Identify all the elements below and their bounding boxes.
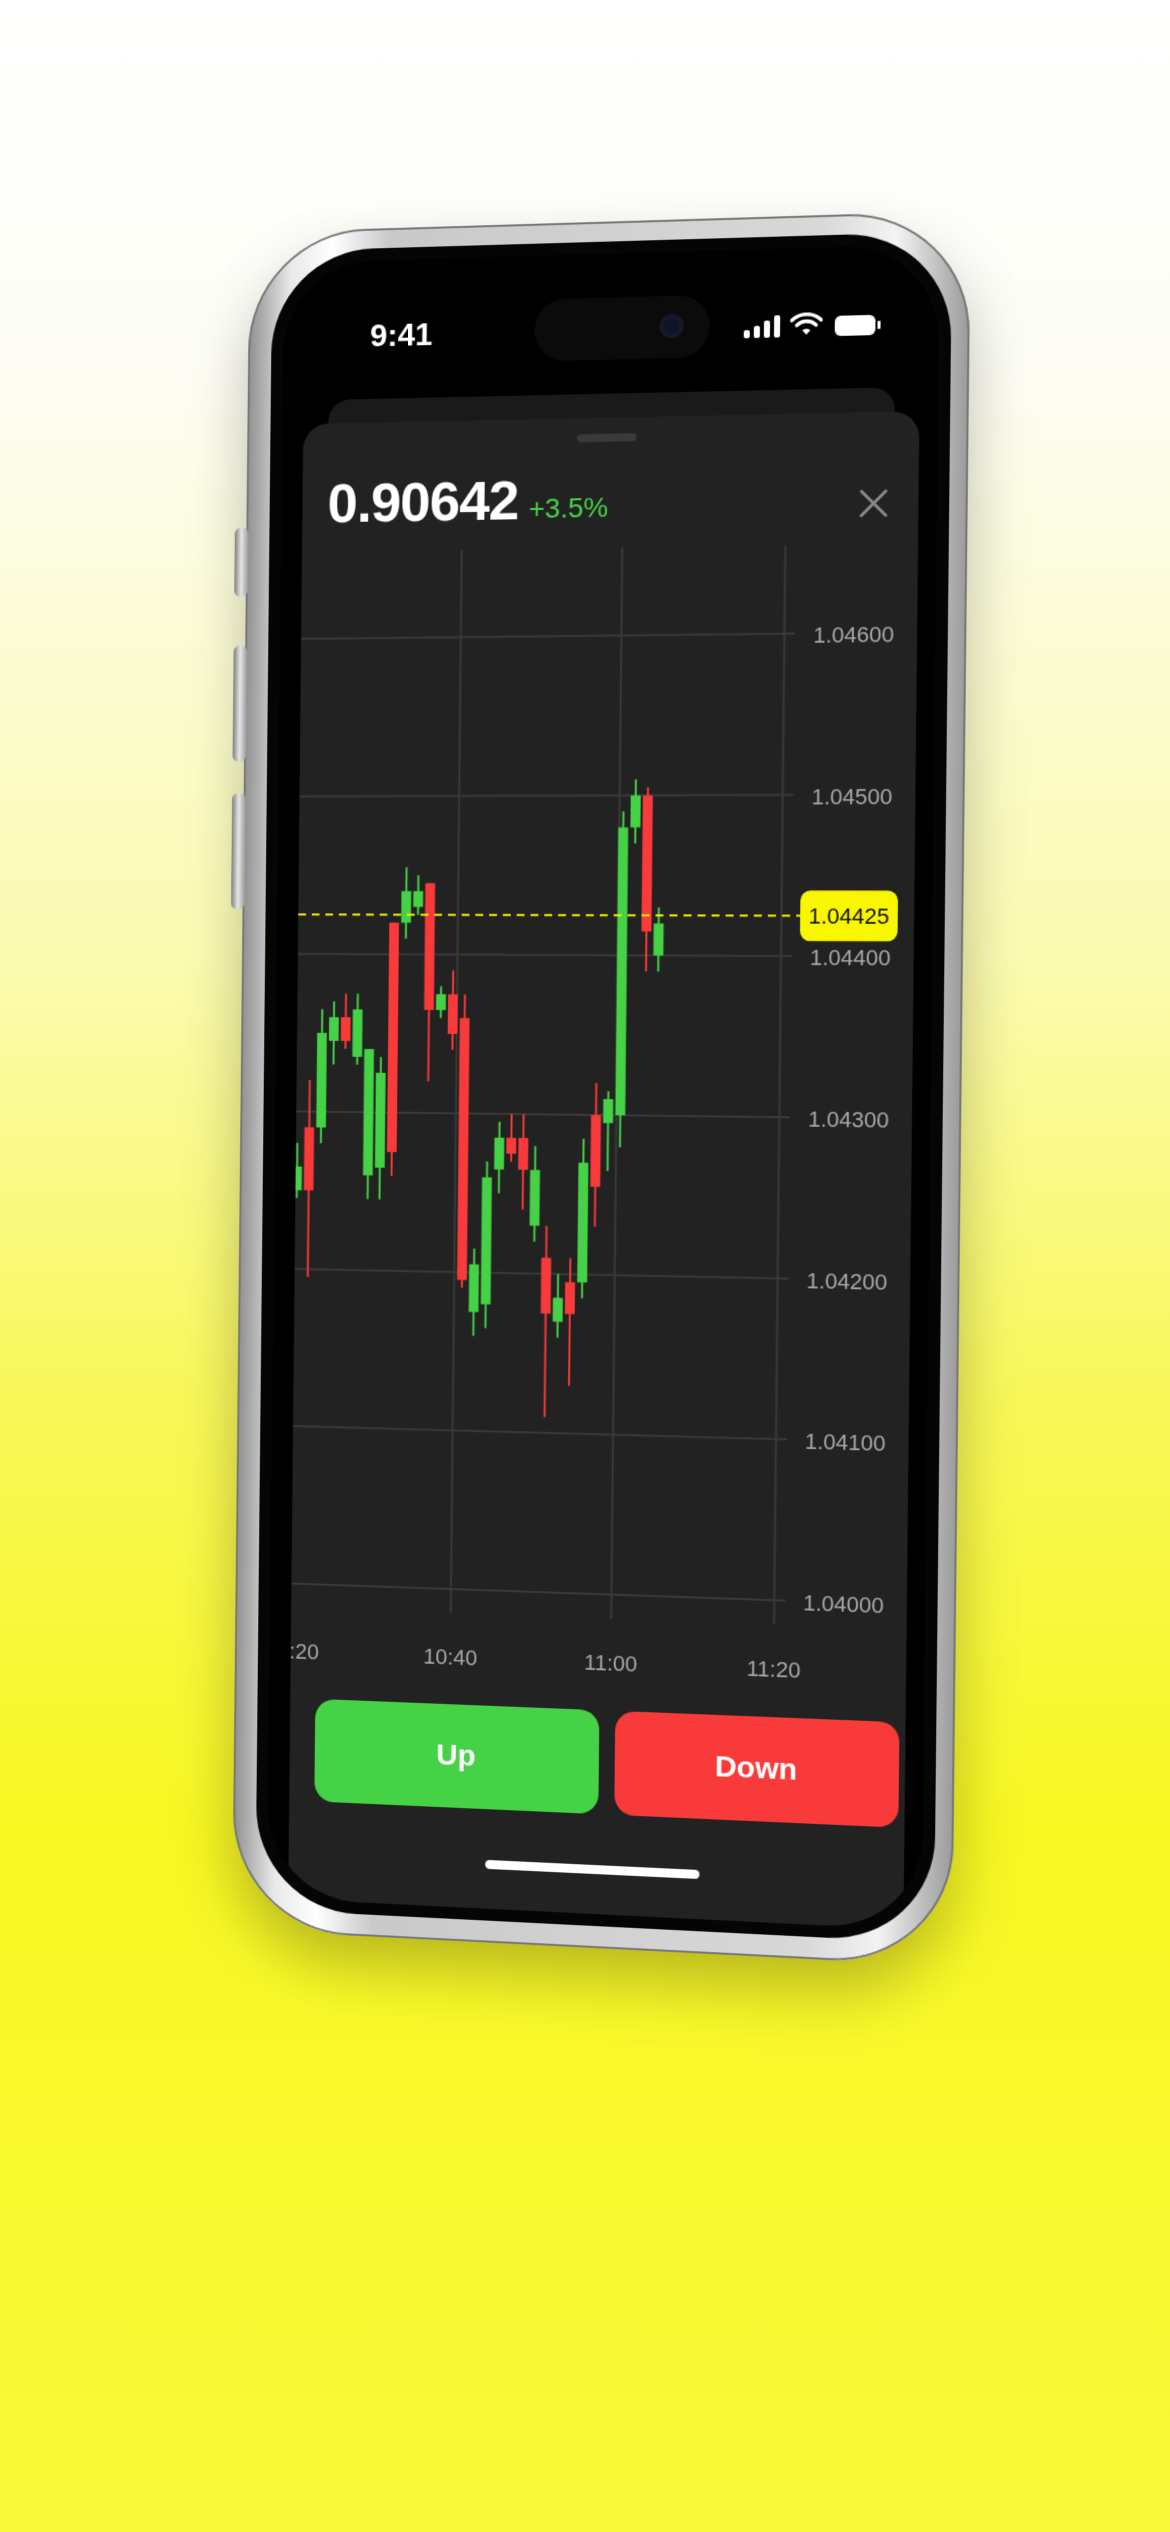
candle-down: [590, 1114, 601, 1188]
candle-down: [540, 1257, 552, 1314]
close-icon[interactable]: [855, 485, 892, 522]
asset-price: 0.90642: [327, 468, 519, 535]
y-tick-label: 1.04300: [808, 1106, 889, 1133]
candle-up: [480, 1177, 492, 1305]
home-indicator[interactable]: [485, 1859, 700, 1880]
candle-wick: [569, 1258, 570, 1386]
candle-down: [303, 1127, 315, 1191]
status-bar: 9:41: [283, 294, 939, 362]
front-camera-icon: [659, 313, 684, 339]
candle-wick: [545, 1226, 547, 1417]
candle-up: [328, 1017, 339, 1041]
cellular-signal-icon: [743, 313, 781, 339]
dynamic-island: [534, 294, 710, 362]
x-tick-label: 11:00: [584, 1649, 637, 1676]
x-tick-label: 11:20: [746, 1655, 800, 1683]
candlestick-chart[interactable]: 1.04600 1.04500 1.04400 1.04300 1.04200 1.041…: [290, 543, 938, 1701]
current-price-label: 1.04425: [808, 903, 889, 929]
y-tick-label: 1.04600: [813, 621, 894, 647]
candle-up: [292, 1166, 302, 1191]
current-price-line: [298, 915, 802, 916]
candle-down: [386, 922, 400, 1153]
y-tick-label: 1.04200: [806, 1267, 887, 1294]
action-button: [234, 527, 249, 597]
candle-up: [615, 827, 629, 1116]
candle-up: [401, 891, 412, 923]
candle-up: [630, 795, 641, 828]
grid-line-horizontal: [298, 954, 792, 956]
trade-sheet: 0.90642 +3.5% 1.04600 1.04500 1.04400 1.043…: [287, 411, 920, 1931]
status-icons: [743, 311, 876, 339]
battery-icon: [834, 314, 876, 337]
volume-down-button: [231, 793, 246, 910]
candle-up: [653, 923, 664, 956]
candle-up: [529, 1169, 541, 1226]
phone-screen: 9:41 0.90642 +3.5% 1.04600 1.04500 1.044…: [266, 244, 940, 1931]
down-button[interactable]: Down: [614, 1710, 900, 1828]
status-time: 9:41: [369, 316, 433, 354]
candle-up: [552, 1297, 563, 1322]
y-tick-label: 1.04400: [810, 945, 891, 971]
volume-up-button: [232, 645, 248, 762]
grid-line-horizontal: [293, 1426, 787, 1439]
candle-up: [374, 1072, 386, 1168]
candle-up: [352, 1009, 363, 1057]
y-tick-label: 1.04500: [811, 783, 892, 809]
candle-down: [447, 994, 458, 1034]
up-button[interactable]: Up: [314, 1698, 600, 1815]
candle-up: [413, 891, 424, 907]
candle-down: [457, 1018, 470, 1281]
y-tick-label: 1.04000: [803, 1590, 884, 1618]
sheet-grabber[interactable]: [576, 433, 637, 443]
x-tick-label: 10:20: [290, 1638, 319, 1665]
candle-down: [564, 1282, 576, 1315]
candle-down: [340, 1017, 351, 1041]
candle-up: [316, 1032, 327, 1128]
x-tick-label: 10:40: [423, 1643, 477, 1670]
candle-up: [362, 1048, 375, 1176]
candle-down: [506, 1137, 517, 1154]
grid-line-horizontal: [299, 795, 793, 797]
candle-down: [641, 795, 653, 932]
candle-down: [424, 883, 436, 1010]
candle-up: [435, 994, 446, 1011]
grid-line-vertical: [774, 545, 785, 1624]
grid-line-horizontal: [291, 1584, 785, 1601]
phone-bezel: 9:41 0.90642 +3.5% 1.04600 1.04500 1.044…: [255, 231, 953, 1944]
price-change: +3.5%: [528, 491, 609, 525]
candle-up: [468, 1264, 480, 1313]
phone-mockup: 9:41 0.90642 +3.5% 1.04600 1.04500 1.044…: [231, 210, 971, 1967]
candle-up: [602, 1098, 613, 1123]
y-tick-label: 1.04100: [805, 1429, 886, 1457]
candle-up: [494, 1137, 505, 1170]
candle-down: [518, 1137, 529, 1170]
candle-up: [577, 1163, 589, 1284]
grid-line-horizontal: [301, 634, 795, 639]
wifi-icon: [790, 312, 823, 335]
